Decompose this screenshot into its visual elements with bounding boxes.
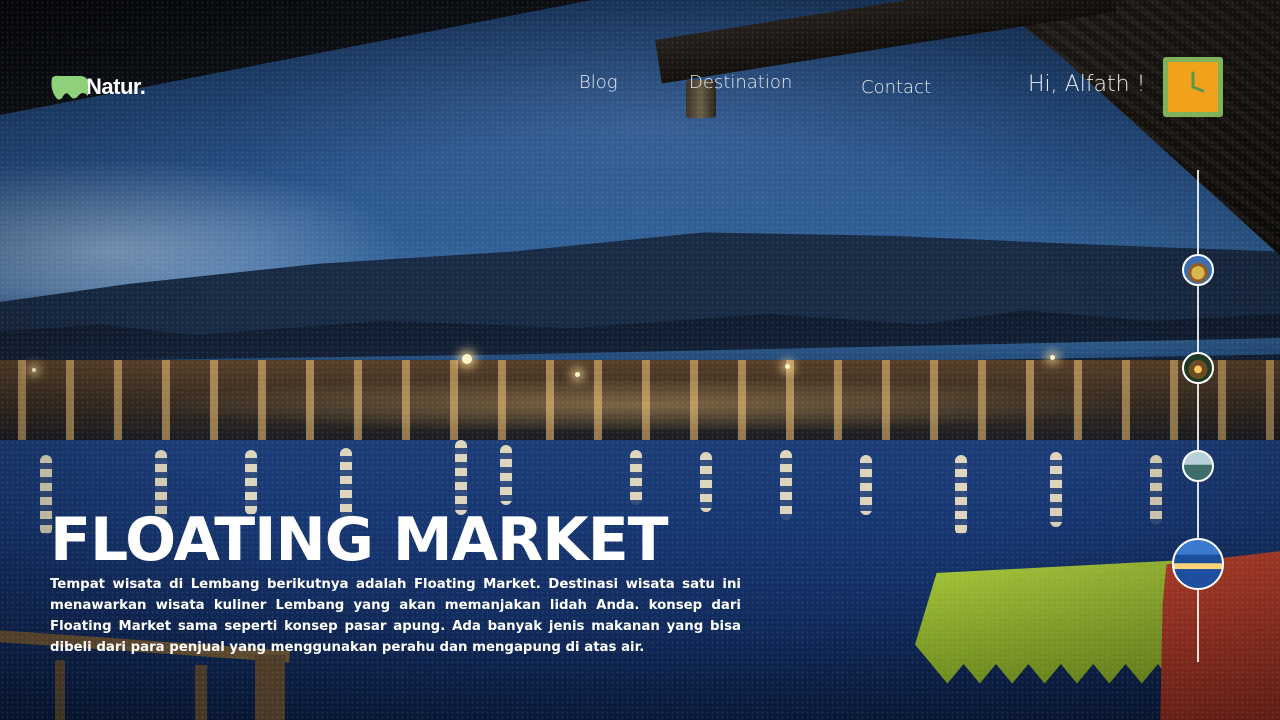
destination-thumb-2[interactable] (1182, 352, 1214, 384)
hero-title: FLOATING MARKET (50, 505, 669, 575)
nav-link-contact[interactable]: Contact (861, 77, 931, 98)
brand-logo[interactable]: Natur. (50, 74, 146, 100)
nav-link-destination[interactable]: Destination (689, 72, 792, 93)
hero-description: Tempat wisata di Lembang berikutnya adal… (50, 577, 741, 655)
leaf-blob-icon (50, 74, 88, 100)
clock-button[interactable] (1163, 57, 1223, 117)
brand-name: Natur. (86, 74, 146, 99)
user-greeting: Hi, Alfath ! (1028, 72, 1146, 97)
destination-thumb-1[interactable] (1182, 254, 1214, 286)
clock-icon (1173, 65, 1213, 109)
nav-link-blog[interactable]: Blog (579, 72, 618, 93)
destination-thumb-4-active[interactable] (1172, 538, 1224, 590)
destination-thumb-3[interactable] (1182, 450, 1214, 482)
